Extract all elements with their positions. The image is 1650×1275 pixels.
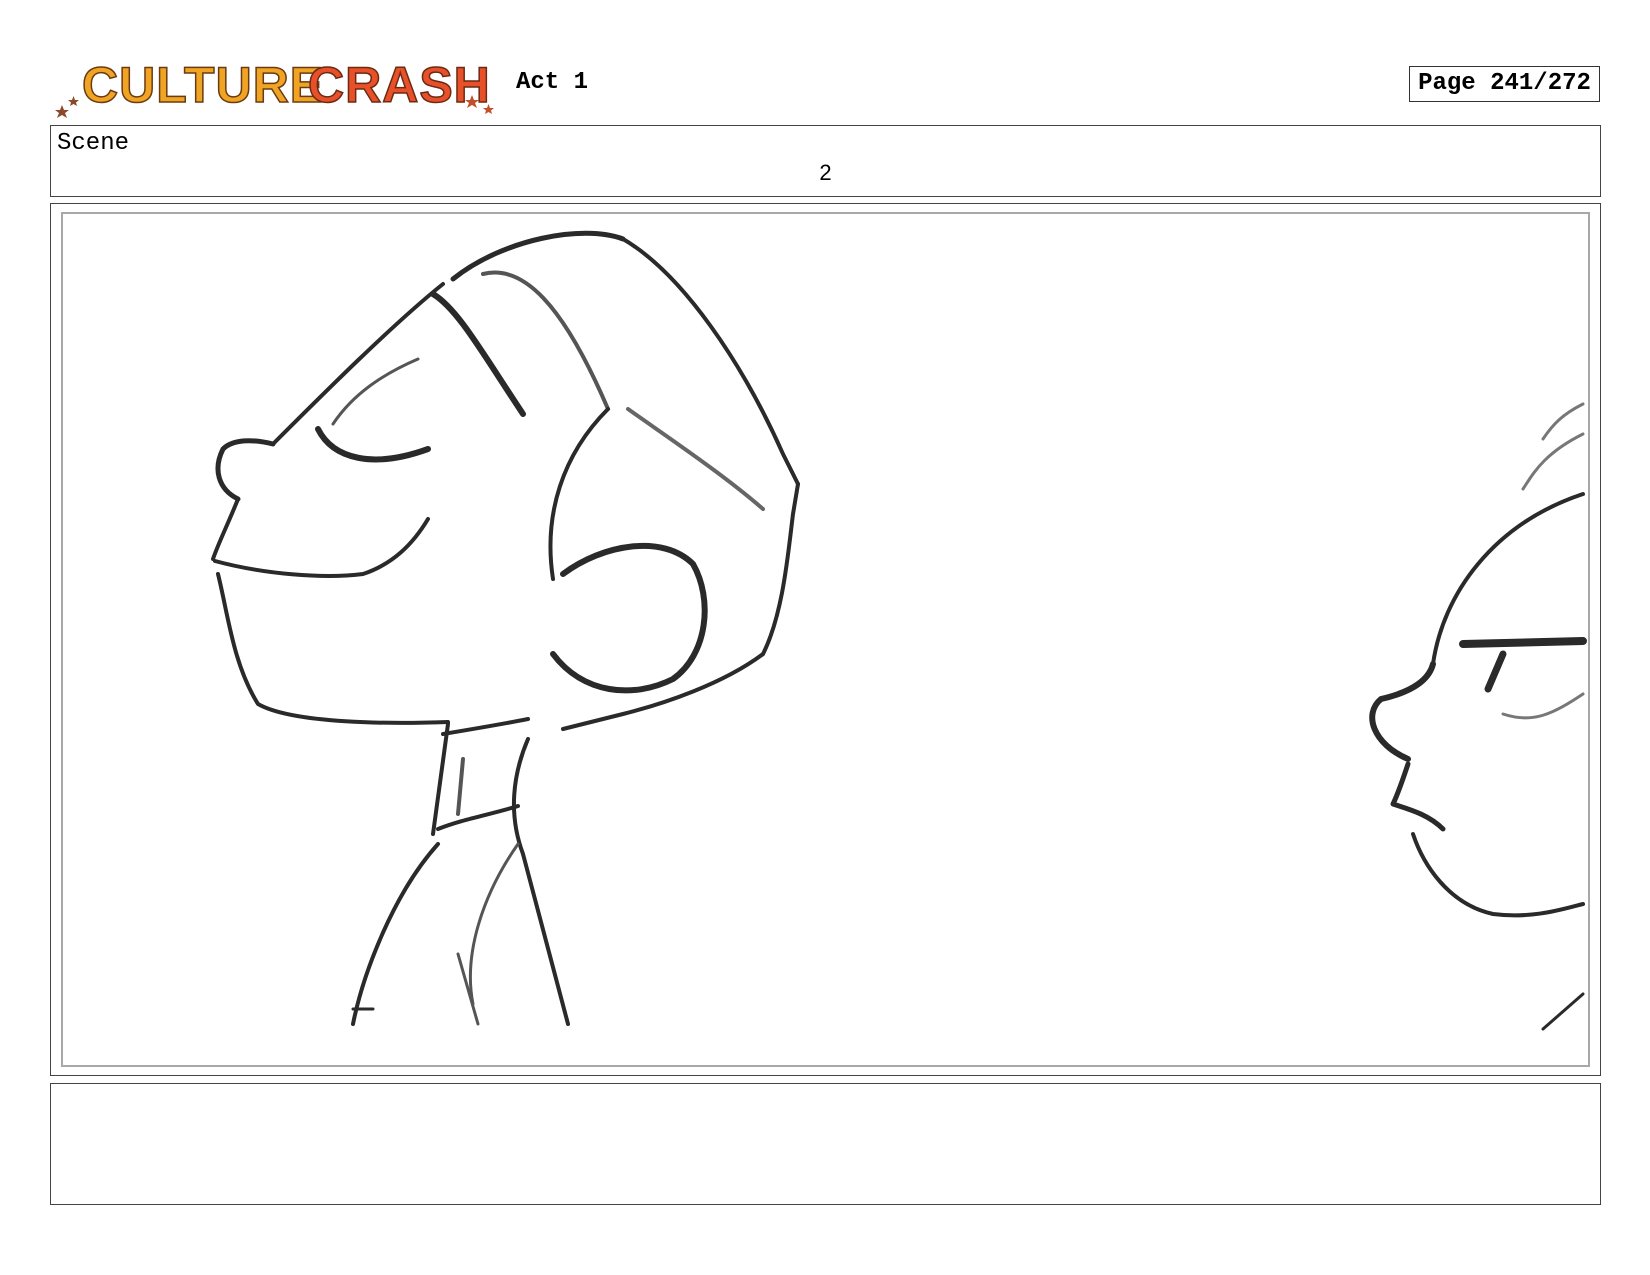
act-label: Act 1 [516,69,589,96]
page-counter: Page 241/272 [1409,66,1600,102]
svg-text:CULTURE: CULTURE [82,57,324,113]
scene-box: Scene 2 [50,125,1601,197]
panel-sketch [211,230,1587,1031]
storyboard-panel-frame [50,203,1601,1076]
scene-label: Scene [57,130,130,157]
notes-box [50,1083,1601,1205]
svg-text:CRASH: CRASH [308,57,491,113]
culture-crash-logo: CULTURE CRASH [52,50,502,120]
scene-number: 2 [819,160,832,185]
storyboard-panel [61,212,1590,1067]
